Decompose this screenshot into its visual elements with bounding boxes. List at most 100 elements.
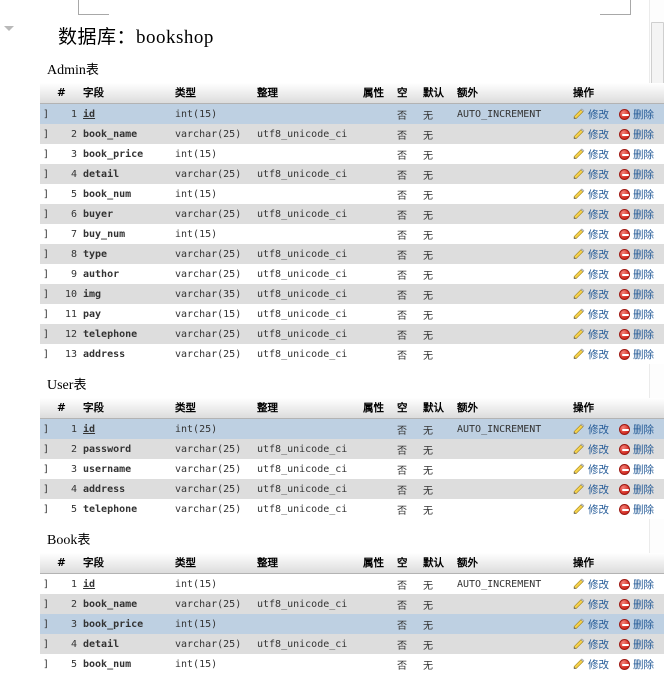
delete-link[interactable]: 删除 bbox=[633, 502, 654, 517]
delete-circle-icon[interactable] bbox=[619, 598, 630, 610]
delete-circle-icon[interactable] bbox=[619, 423, 630, 435]
row-checkbox-icon[interactable]: ] bbox=[40, 164, 54, 184]
pencil-icon[interactable] bbox=[573, 308, 585, 320]
delete-link[interactable]: 删除 bbox=[633, 147, 654, 162]
table-row[interactable]: ] 4 address varchar(25) utf8_unicode_ci 否无 修改 删… bbox=[40, 479, 664, 499]
column-header-act[interactable]: 操作 bbox=[570, 553, 664, 574]
table-row[interactable]: ] 4 detail varchar(25) utf8_unicode_ci 否无 修改 删除… bbox=[40, 164, 664, 184]
delete-link[interactable]: 删除 bbox=[633, 127, 654, 142]
pencil-icon[interactable] bbox=[573, 348, 585, 360]
column-header-attr[interactable]: 属性 bbox=[360, 83, 394, 104]
column-header-num[interactable]: # bbox=[54, 398, 80, 419]
column-header-extra[interactable]: 额外 bbox=[454, 83, 570, 104]
table-row[interactable]: ] 5 telephone varchar(25) utf8_unicode_ci 否无 修… bbox=[40, 499, 664, 519]
row-checkbox-icon[interactable]: ] bbox=[40, 573, 54, 594]
delete-circle-icon[interactable] bbox=[619, 483, 630, 495]
pencil-icon[interactable] bbox=[573, 108, 585, 120]
pencil-icon[interactable] bbox=[573, 288, 585, 300]
row-checkbox-icon[interactable]: ] bbox=[40, 499, 54, 519]
pencil-icon[interactable] bbox=[573, 268, 585, 280]
table-row[interactable]: ]5book_numint(15)否无修改删除更多 bbox=[40, 184, 664, 204]
pencil-icon[interactable] bbox=[573, 598, 585, 610]
row-checkbox-icon[interactable]: ] bbox=[40, 479, 54, 499]
field-name[interactable]: password bbox=[80, 439, 172, 459]
field-name[interactable]: address bbox=[80, 344, 172, 364]
field-name[interactable]: detail bbox=[80, 634, 172, 654]
edit-link[interactable]: 修改 bbox=[588, 267, 609, 282]
pencil-icon[interactable] bbox=[573, 128, 585, 140]
table-row[interactable]: ] 12 telephone varchar(25) utf8_unicode_ci 否无… bbox=[40, 324, 664, 344]
edit-link[interactable]: 修改 bbox=[588, 482, 609, 497]
field-name[interactable]: book_price bbox=[80, 144, 172, 164]
field-name[interactable]: address bbox=[80, 479, 172, 499]
pencil-icon[interactable] bbox=[573, 148, 585, 160]
column-header-field[interactable]: 字段 bbox=[80, 83, 172, 104]
delete-link[interactable]: 删除 bbox=[633, 187, 654, 202]
edit-link[interactable]: 修改 bbox=[588, 167, 609, 182]
edit-link[interactable]: 修改 bbox=[588, 637, 609, 652]
delete-circle-icon[interactable] bbox=[619, 638, 630, 650]
column-header-act[interactable]: 操作 bbox=[570, 83, 664, 104]
row-checkbox-icon[interactable]: ] bbox=[40, 634, 54, 654]
field-name[interactable]: book_name bbox=[80, 594, 172, 614]
delete-link[interactable]: 删除 bbox=[633, 107, 654, 122]
table-row[interactable]: ]5book_numint(15)否无修改删除更多 bbox=[40, 654, 664, 674]
field-name[interactable]: id bbox=[80, 418, 172, 439]
delete-link[interactable]: 删除 bbox=[633, 577, 654, 592]
column-header-check[interactable] bbox=[40, 83, 54, 104]
column-header-type[interactable]: 类型 bbox=[172, 553, 254, 574]
delete-circle-icon[interactable] bbox=[619, 168, 630, 180]
table-row[interactable]: ]6buyervarchar(25)utf8_unicode_ci否无修改删除更… bbox=[40, 204, 664, 224]
delete-link[interactable]: 删除 bbox=[633, 422, 654, 437]
delete-circle-icon[interactable] bbox=[619, 268, 630, 280]
column-header-check[interactable] bbox=[40, 553, 54, 574]
delete-link[interactable]: 删除 bbox=[633, 347, 654, 362]
delete-circle-icon[interactable] bbox=[619, 578, 630, 590]
delete-circle-icon[interactable] bbox=[619, 188, 630, 200]
row-checkbox-icon[interactable]: ] bbox=[40, 284, 54, 304]
edit-link[interactable]: 修改 bbox=[588, 307, 609, 322]
pencil-icon[interactable] bbox=[573, 168, 585, 180]
column-header-coll[interactable]: 整理 bbox=[254, 553, 360, 574]
pencil-icon[interactable] bbox=[573, 443, 585, 455]
column-header-attr[interactable]: 属性 bbox=[360, 398, 394, 419]
table-row[interactable]: ] 13 address varchar(25) utf8_unicode_ci 否无 修改… bbox=[40, 344, 664, 364]
table-row[interactable]: ] 2 book_name varchar(25) utf8_unicode_ci 否无 修… bbox=[40, 594, 664, 614]
edit-link[interactable]: 修改 bbox=[588, 597, 609, 612]
field-name[interactable]: book_num bbox=[80, 654, 172, 674]
table-row[interactable]: ] 2 book_name varchar(25) utf8_unicode_ci 否无 修… bbox=[40, 124, 664, 144]
edit-link[interactable]: 修改 bbox=[588, 107, 609, 122]
column-header-def[interactable]: 默认 bbox=[420, 83, 454, 104]
delete-link[interactable]: 删除 bbox=[633, 307, 654, 322]
row-checkbox-icon[interactable]: ] bbox=[40, 304, 54, 324]
row-checkbox-icon[interactable]: ] bbox=[40, 654, 54, 674]
row-checkbox-icon[interactable]: ] bbox=[40, 594, 54, 614]
field-name[interactable]: type bbox=[80, 244, 172, 264]
field-name[interactable]: id bbox=[80, 103, 172, 124]
delete-link[interactable]: 删除 bbox=[633, 597, 654, 612]
edit-link[interactable]: 修改 bbox=[588, 577, 609, 592]
field-name[interactable]: buy_num bbox=[80, 224, 172, 244]
delete-circle-icon[interactable] bbox=[619, 288, 630, 300]
pencil-icon[interactable] bbox=[573, 658, 585, 670]
edit-link[interactable]: 修改 bbox=[588, 207, 609, 222]
column-header-null[interactable]: 空 bbox=[394, 553, 420, 574]
delete-link[interactable]: 删除 bbox=[633, 287, 654, 302]
table-row[interactable]: ]7buy_numint(15)否无修改删除更多 bbox=[40, 224, 664, 244]
pencil-icon[interactable] bbox=[573, 463, 585, 475]
delete-circle-icon[interactable] bbox=[619, 443, 630, 455]
edit-link[interactable]: 修改 bbox=[588, 327, 609, 342]
table-row[interactable]: ]1idint(15)否无AUTO_INCREMENT修改删除更多 bbox=[40, 103, 664, 124]
delete-circle-icon[interactable] bbox=[619, 248, 630, 260]
delete-circle-icon[interactable] bbox=[619, 618, 630, 630]
field-name[interactable]: img bbox=[80, 284, 172, 304]
edit-link[interactable]: 修改 bbox=[588, 127, 609, 142]
delete-link[interactable]: 删除 bbox=[633, 207, 654, 222]
delete-circle-icon[interactable] bbox=[619, 208, 630, 220]
row-checkbox-icon[interactable]: ] bbox=[40, 224, 54, 244]
row-checkbox-icon[interactable]: ] bbox=[40, 264, 54, 284]
row-checkbox-icon[interactable]: ] bbox=[40, 459, 54, 479]
column-header-null[interactable]: 空 bbox=[394, 83, 420, 104]
table-row[interactable]: ]1idint(25)否无AUTO_INCREMENT修改删除更多 bbox=[40, 418, 664, 439]
delete-circle-icon[interactable] bbox=[619, 503, 630, 515]
